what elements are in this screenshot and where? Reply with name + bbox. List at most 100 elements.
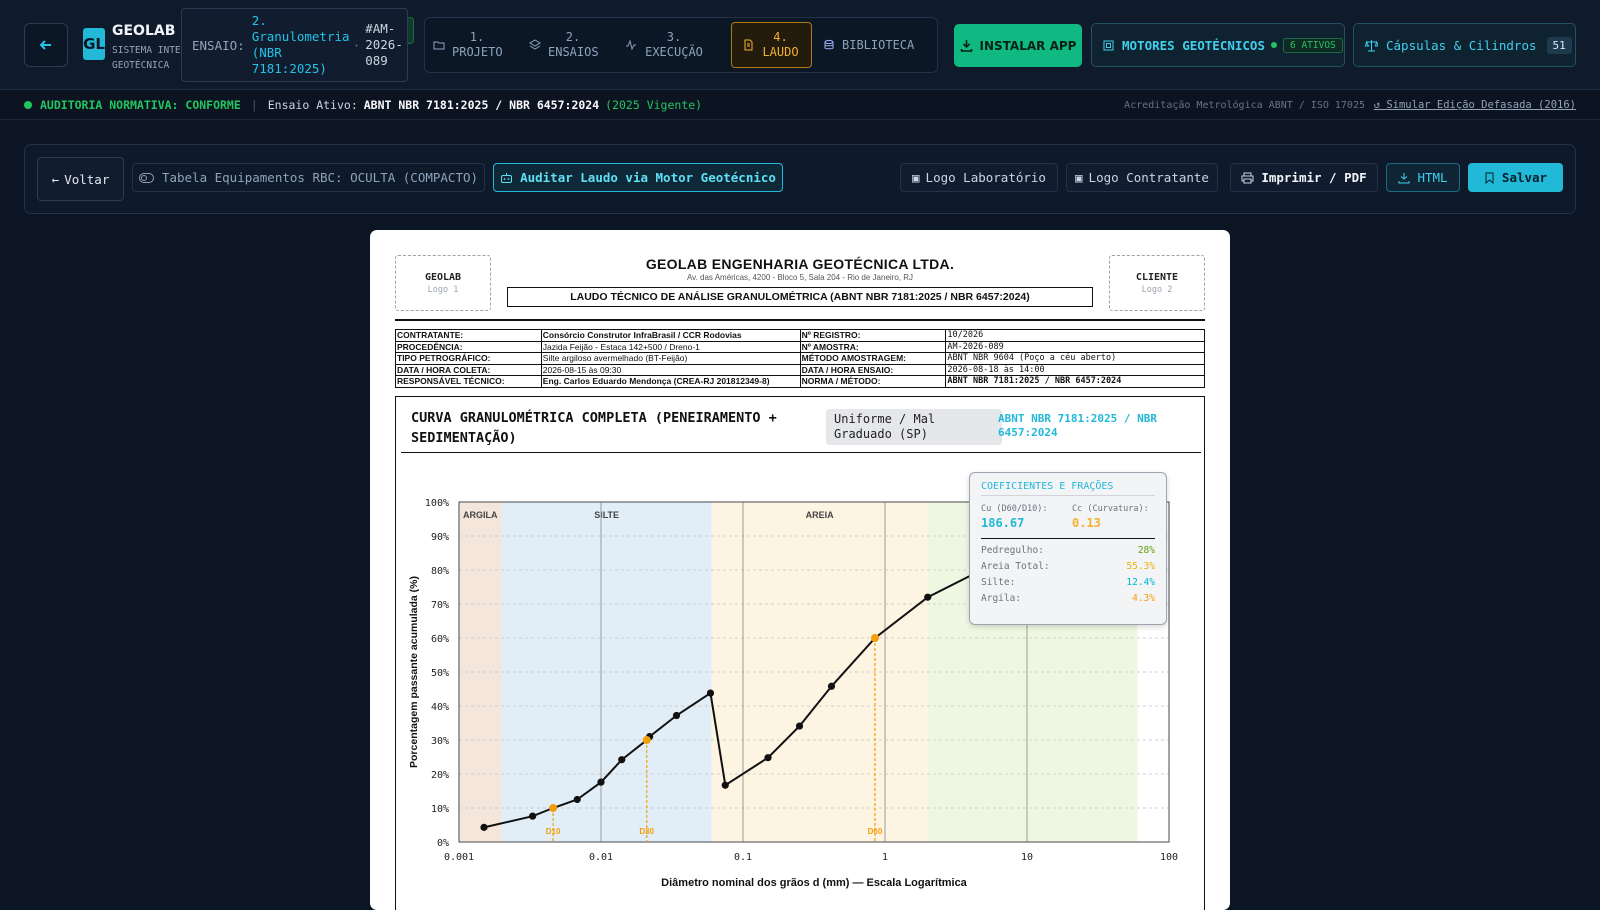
fraction-value: 55.3% (1126, 561, 1155, 572)
y-axis-title: Porcentagem passante acumulada (%) (408, 576, 420, 768)
activity-icon (626, 39, 636, 51)
meta-row: CONTRATANTE: Consórcio Construtor InfraBr… (395, 329, 1205, 342)
top-bar: GL GEOLAB N SISTEMA INTE GEOTÉCNICA ENSA… (0, 0, 1600, 90)
chart-title: CURVA GRANULOMÉTRICA COMPLETA (PENEIRAME… (411, 410, 777, 446)
layers-icon (529, 39, 541, 50)
ensaio-code: #AM-2026-089 (365, 21, 403, 68)
step-laudo[interactable]: 4. LAUDO (731, 22, 812, 68)
app-logo: GL (83, 28, 105, 60)
classification-badge: Uniforme / Mal Graduado (SP) (826, 409, 1002, 445)
y-tick-label: 90% (431, 532, 449, 543)
tabela-equipamentos-toggle[interactable]: Tabela Equipamentos RBC: OCULTA (COMPACT… (132, 163, 485, 192)
fractions-list: Pedregulho: 28% Areia Total: 55.3% Silte: 12.… (981, 543, 1155, 607)
imprimir-pdf-button[interactable]: Imprimir / PDF (1230, 163, 1378, 192)
step-label: 4. LAUDO (762, 30, 799, 59)
step-label: 1. PROJETO (452, 30, 503, 59)
tabela-label: Tabela Equipamentos RBC: OCULTA (COMPACT… (161, 170, 479, 185)
report-meta-table: CONTRATANTE: Consórcio Construtor InfraBr… (395, 329, 1205, 388)
meta-value: Eng. Carlos Eduardo Mendonça (CREA-RJ 20… (540, 375, 801, 388)
capsulas-label: Cápsulas & Cilindros (1386, 37, 1537, 53)
marker-label: D10 (546, 827, 561, 836)
fraction-value: 12.4% (1126, 577, 1155, 588)
toggle-off-icon (138, 172, 154, 183)
meta-key: PROCEDÊNCIA: (395, 340, 542, 353)
audit-status: AUDITORIA NORMATIVA: CONFORME (40, 98, 241, 112)
data-point (618, 756, 626, 764)
fraction-label: Silte: (981, 577, 1016, 588)
zone-label: SILTE (594, 510, 619, 520)
ensaio-indicator[interactable]: ENSAIO: 2. Granulometria (NBR 7181:2025)… (181, 8, 408, 82)
marker-label: D30 (639, 827, 654, 836)
motores-geotecnicos-button[interactable]: MOTORES GEOTÉCNICOS 6 ATIVOS (1091, 23, 1345, 67)
y-tick-label: 50% (431, 668, 449, 679)
meta-value: Jazida Feijão - Estaca 142+500 / Dreno-1 (540, 340, 801, 353)
x-tick-label: 100 (1160, 852, 1178, 863)
meta-row: PROCEDÊNCIA: Jazida Feijão - Estaca 142+5… (395, 340, 1205, 353)
marker-label: D60 (868, 827, 883, 836)
simular-edicao-link[interactable]: ↺ Simular Edição Defasada (2016) (1374, 99, 1576, 111)
active-dot (1271, 42, 1277, 48)
auditar-laudo-button[interactable]: Auditar Laudo via Motor Geotécnico (493, 163, 783, 192)
voltar-label: Voltar (64, 171, 110, 187)
data-point (529, 812, 537, 820)
meta-key: Nº AMOSTRA: (799, 340, 947, 353)
data-point (706, 689, 715, 697)
install-app-label: INSTALAR APP (979, 38, 1077, 53)
folder-icon (433, 41, 445, 50)
meta-value: 2026-08-18 às 14:00 (945, 363, 1205, 376)
image-icon: ▣ (1075, 170, 1083, 185)
document-icon (744, 39, 752, 51)
capsulas-cilindros-button[interactable]: Cápsulas & Cilindros 51 (1353, 23, 1576, 67)
cpu-icon (1103, 40, 1114, 50)
fraction-label: Pedregulho: (981, 545, 1044, 556)
export-html-button[interactable]: HTML (1386, 163, 1460, 192)
data-point (480, 823, 488, 831)
motores-label: MOTORES GEOTÉCNICOS (1122, 37, 1265, 53)
robot-icon (501, 172, 513, 183)
install-app-button[interactable]: INSTALAR APP (954, 24, 1082, 67)
brand-subtitle-1: SISTEMA INTE (112, 45, 181, 56)
y-tick-label: 20% (431, 770, 449, 781)
logo-contratante-button[interactable]: ▣ Logo Contratante (1066, 163, 1218, 192)
step-execucao[interactable]: 3. EXECUÇÃO (625, 22, 717, 68)
ensaio-ativo-label: Ensaio Ativo: (267, 98, 358, 112)
audit-bar: AUDITORIA NORMATIVA: CONFORME | Ensaio A… (0, 91, 1600, 120)
fraction-row: Pedregulho: 28% (981, 543, 1155, 559)
back-button[interactable] (24, 23, 68, 67)
step-projeto[interactable]: 1. PROJETO (433, 22, 519, 68)
meta-key: MÉTODO AMOSTRAGEM: (799, 352, 947, 365)
salvar-button[interactable]: Salvar (1468, 163, 1563, 192)
meta-key: CONTRATANTE: (395, 329, 542, 342)
divider: | (250, 98, 258, 112)
logo-laboratorio-button[interactable]: ▣ Logo Laboratório (900, 163, 1058, 192)
x-tick-label: 0.001 (444, 852, 474, 863)
brand-title: GEOLAB N (112, 23, 192, 39)
tab-biblioteca[interactable]: BIBLIOTECA (823, 22, 933, 68)
header-rule (395, 319, 1205, 321)
logo1-sub: Logo 1 (427, 284, 459, 295)
voltar-button[interactable]: ← Voltar (37, 157, 124, 201)
marker-point (642, 736, 651, 744)
meta-row: TIPO PETROGRÁFICO: Silte argiloso avermel… (395, 352, 1205, 365)
coef-title: COEFICIENTES E FRAÇÕES (981, 481, 1155, 496)
bookmark-icon (1485, 172, 1494, 184)
x-tick-label: 1 (882, 852, 888, 863)
vigente-badge: (2025 Vigente) (605, 98, 703, 112)
step-ensaios[interactable]: 2. ENSAIOS (529, 22, 615, 68)
cc-value: 0.13 (1072, 516, 1101, 530)
company-address: Av. das Américas, 4200 - Bloco 5, Sala 2… (686, 273, 914, 282)
motores-badge: 6 ATIVOS (1283, 37, 1343, 53)
data-point (764, 754, 772, 762)
step-label: BIBLIOTECA (842, 37, 915, 52)
marker-point (870, 634, 879, 642)
chart-title-rule (401, 452, 1201, 453)
meta-row: RESPONSÁVEL TÉCNICO: Eng. Carlos Eduardo … (395, 375, 1205, 388)
y-tick-label: 40% (431, 702, 449, 713)
report-doc-title: LAUDO TÉCNICO DE ANÁLISE GRANULOMÉTRICA … (507, 287, 1093, 307)
meta-value: ABNT NBR 9604 (Poço a céu aberto) (945, 352, 1205, 365)
ensaio-label: ENSAIO: (192, 37, 245, 53)
fraction-row: Argila: 4.3% (981, 591, 1155, 607)
meta-value: Consórcio Construtor InfraBrasil / CCR R… (540, 329, 801, 342)
meta-key: DATA / HORA ENSAIO: (799, 363, 947, 376)
chart-norm: ABNT NBR 7181:2025 / NBR 6457:2024 (998, 412, 1157, 439)
